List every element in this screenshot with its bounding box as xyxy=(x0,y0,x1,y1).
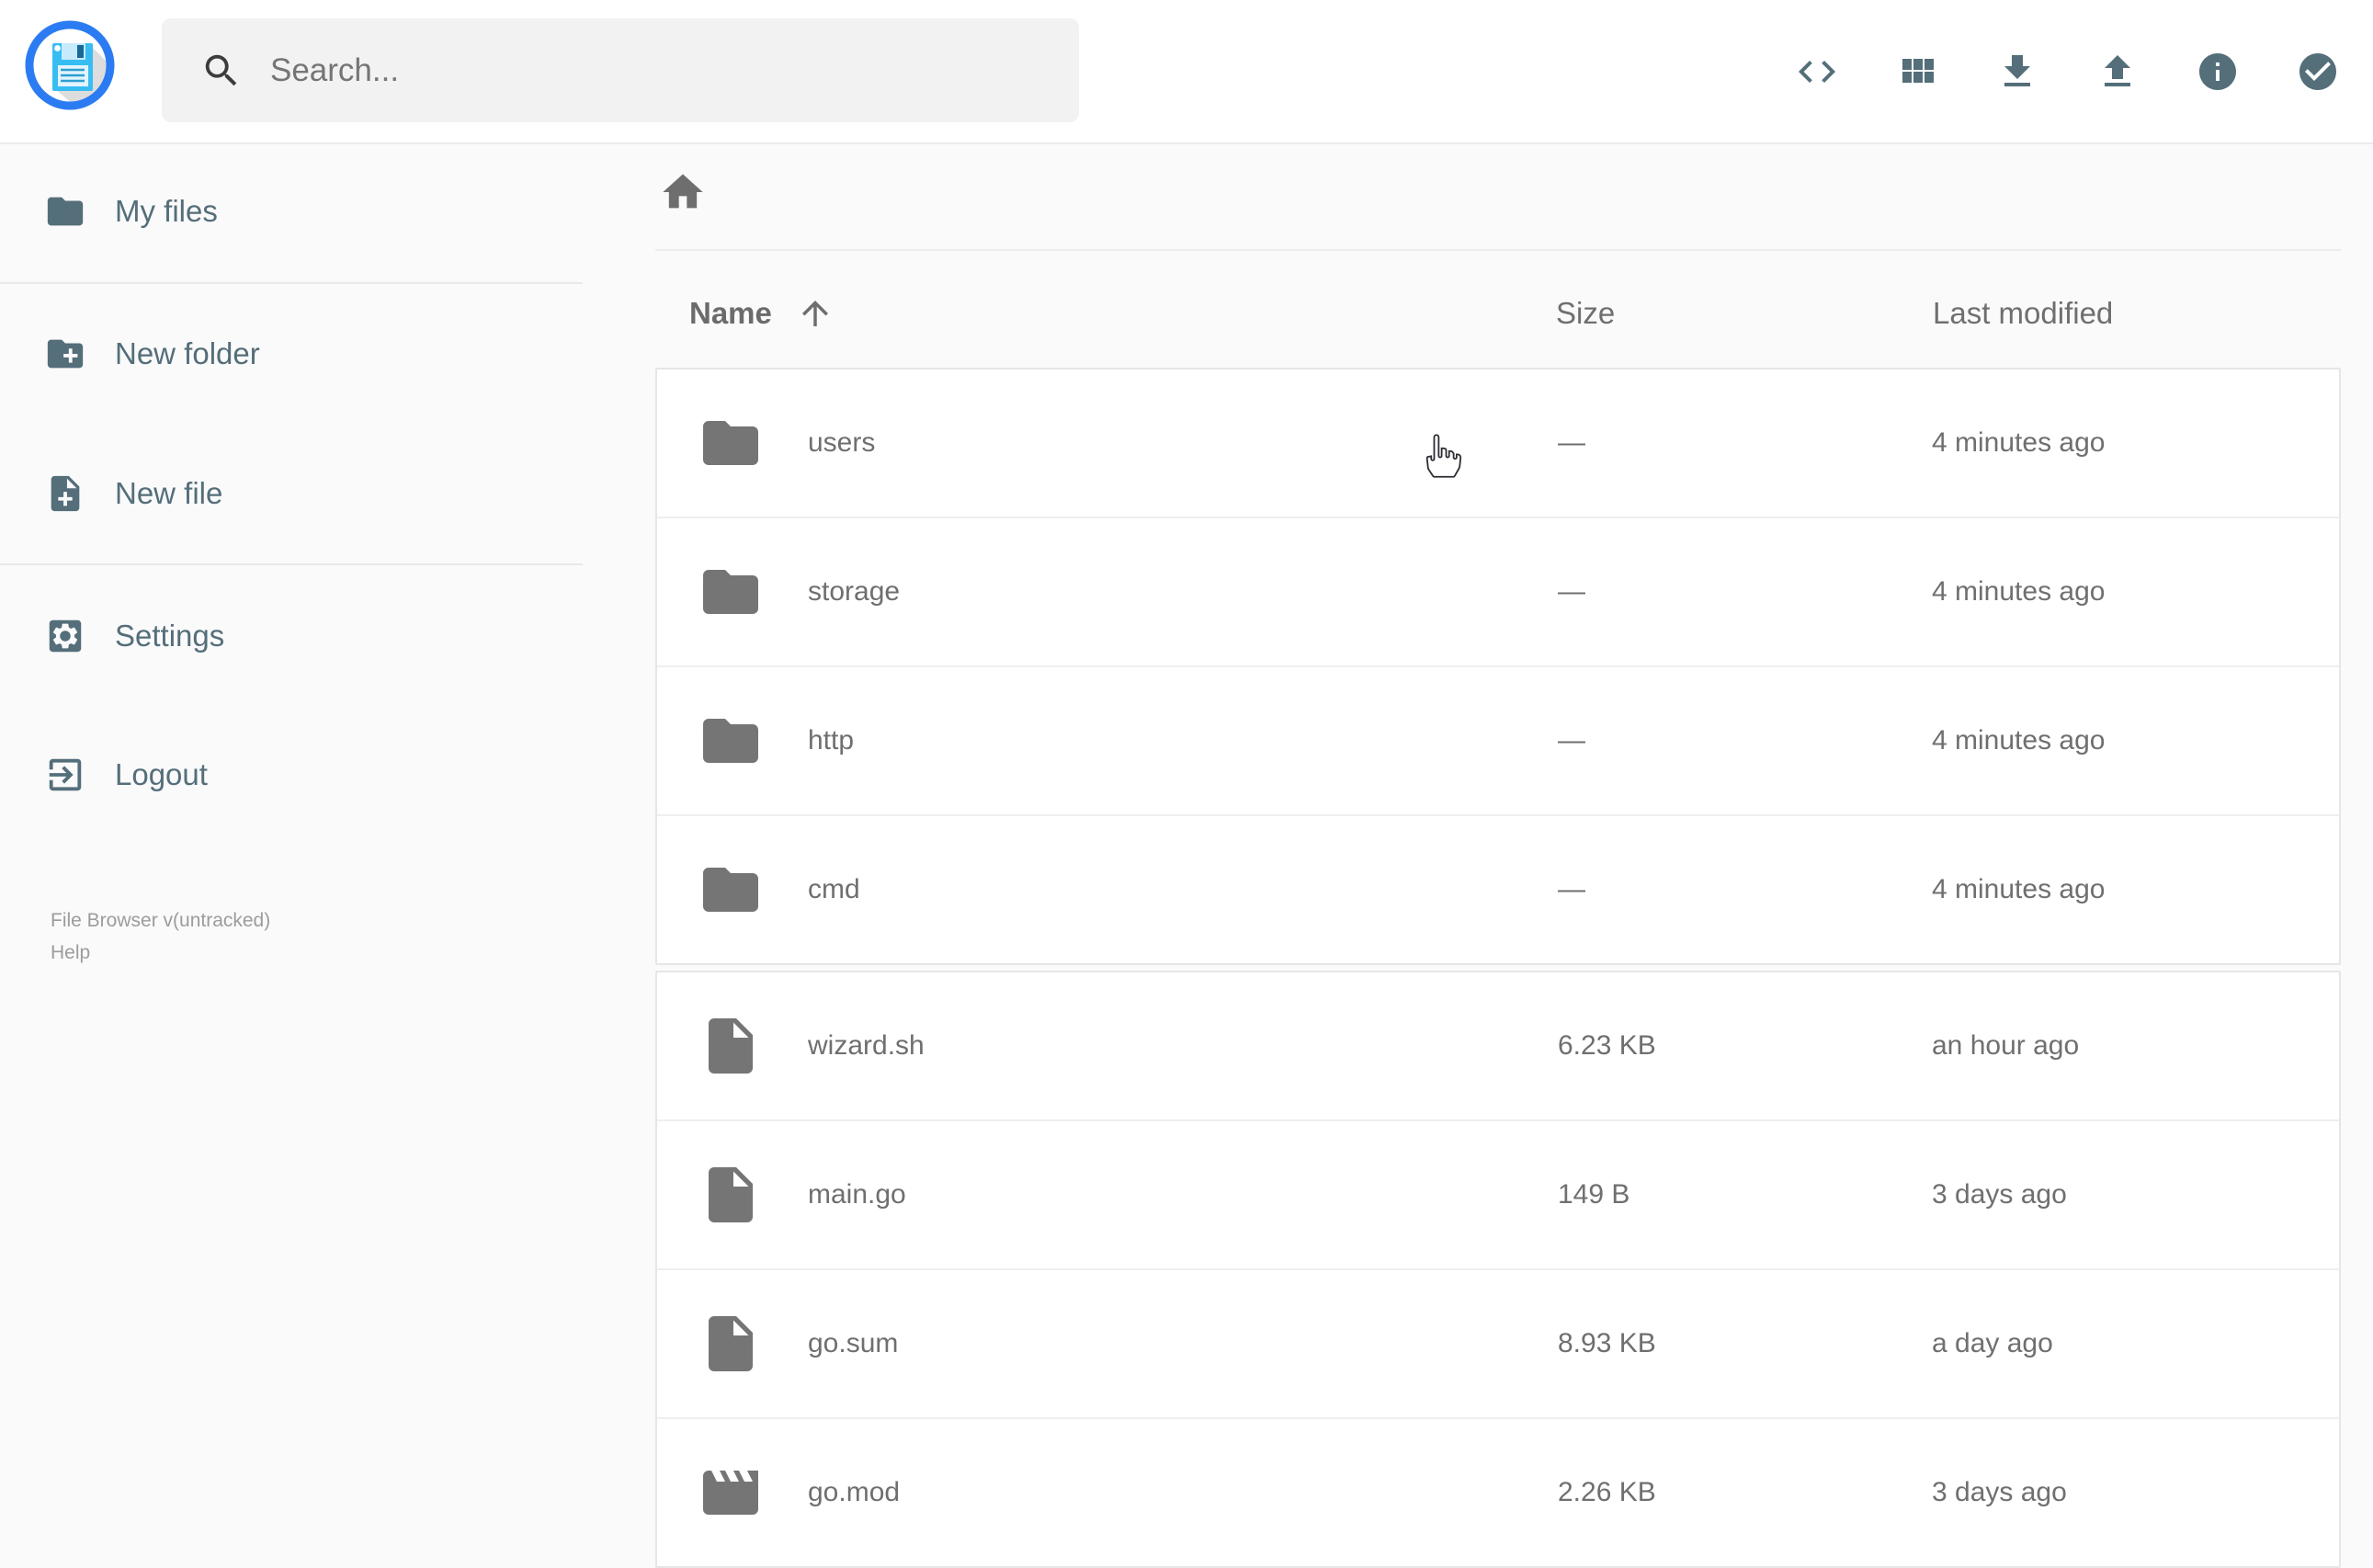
select-multiple-button[interactable] xyxy=(2296,50,2340,94)
check-circle-icon xyxy=(2299,52,2336,90)
folders-list: users — 4 minutes ago storage — 4 minute… xyxy=(655,368,2341,965)
new-file-icon xyxy=(51,475,80,512)
search-bar xyxy=(162,18,1079,122)
logout-icon xyxy=(49,758,82,791)
sidebar-item-new-file[interactable]: New file xyxy=(0,450,583,537)
folder-row-http[interactable]: http — 4 minutes ago xyxy=(657,667,2339,816)
file-modified: a day ago xyxy=(1932,1328,2053,1358)
sidebar-item-settings[interactable]: Settings xyxy=(0,593,583,679)
filebrowser-app: { "app": { "name": "File Browser" }, "to… xyxy=(0,0,2373,1568)
sidebar-divider xyxy=(0,563,583,565)
file-name: wizard.sh xyxy=(808,1030,925,1061)
file-row-go-mod[interactable]: go.mod 2.26 KB 3 days ago xyxy=(657,1419,2339,1566)
file-size: 8.93 KB xyxy=(1558,1328,1656,1358)
upload-icon xyxy=(2105,54,2130,86)
folder-icon xyxy=(703,719,758,763)
sidebar-item-label: My files xyxy=(115,194,218,228)
shell-button[interactable] xyxy=(1795,50,1839,94)
file-size: 6.23 KB xyxy=(1558,1030,1656,1061)
file-icon xyxy=(709,1018,753,1074)
file-name: go.sum xyxy=(808,1328,899,1358)
download-icon xyxy=(2004,54,2030,86)
column-name-label: Name xyxy=(689,296,772,330)
folder-row-cmd[interactable]: cmd — 4 minutes ago xyxy=(657,816,2339,963)
folder-icon xyxy=(703,421,758,465)
sidebar-item-label: New file xyxy=(115,476,223,510)
folder-icon xyxy=(47,197,84,226)
sidebar-item-logout[interactable]: Logout xyxy=(0,732,583,818)
file-modified: 4 minutes ago xyxy=(1932,576,2106,607)
file-size: — xyxy=(1558,725,1585,756)
sidebar-item-label: New folder xyxy=(115,336,260,370)
help-link[interactable]: Help xyxy=(51,937,270,969)
file-modified: 3 days ago xyxy=(1932,1179,2067,1210)
file-name: storage xyxy=(808,576,901,607)
file-modified: 4 minutes ago xyxy=(1932,725,2106,756)
folder-icon xyxy=(703,570,758,614)
file-size: 149 B xyxy=(1558,1179,1630,1210)
file-name: http xyxy=(808,725,855,756)
file-name: go.mod xyxy=(808,1477,901,1507)
file-icon xyxy=(709,1316,753,1371)
switch-view-button[interactable] xyxy=(1895,50,1939,94)
info-icon xyxy=(2199,52,2236,90)
file-size: — xyxy=(1558,576,1585,607)
file-name: cmd xyxy=(808,874,860,904)
column-header-size[interactable]: Size xyxy=(1556,296,1615,331)
settings-icon xyxy=(49,619,82,653)
file-icon xyxy=(709,1167,753,1222)
topbar xyxy=(0,0,2373,144)
file-row-wizard-sh[interactable]: wizard.sh 6.23 KB an hour ago xyxy=(657,972,2339,1121)
sidebar-item-my-files[interactable]: My files xyxy=(0,168,583,255)
new-folder-icon xyxy=(47,339,84,369)
search-icon xyxy=(205,54,237,85)
code-icon xyxy=(1799,60,1835,83)
file-name: users xyxy=(808,427,876,458)
breadcrumb-divider xyxy=(655,249,2341,251)
file-row-go-sum[interactable]: go.sum 8.93 KB a day ago xyxy=(657,1270,2339,1419)
sidebar-item-label: Logout xyxy=(115,757,208,791)
file-size: — xyxy=(1558,874,1585,904)
file-size: — xyxy=(1558,427,1585,458)
column-header-name[interactable]: Name xyxy=(689,294,835,333)
folder-row-users[interactable]: users — 4 minutes ago xyxy=(657,369,2339,518)
file-modified: 3 days ago xyxy=(1932,1477,2067,1507)
sidebar-divider xyxy=(0,282,583,284)
info-button[interactable] xyxy=(2196,50,2240,94)
arrow-up-icon xyxy=(801,301,828,326)
topbar-actions xyxy=(1795,0,2340,142)
app-version: File Browser v(untracked) xyxy=(51,910,271,931)
sidebar-item-label: Settings xyxy=(115,619,225,653)
grid-view-icon xyxy=(1902,58,1934,83)
file-modified: 4 minutes ago xyxy=(1932,427,2106,458)
listing-header: Name Size Last modified xyxy=(655,289,2341,336)
folder-row-storage[interactable]: storage — 4 minutes ago xyxy=(657,518,2339,667)
upload-button[interactable] xyxy=(2095,50,2140,94)
home-icon xyxy=(663,174,703,209)
files-list: wizard.sh 6.23 KB an hour ago main.go 14… xyxy=(655,971,2341,1568)
column-header-modified[interactable]: Last modified xyxy=(1933,296,2113,331)
folder-icon xyxy=(703,868,758,912)
file-row-main-go[interactable]: main.go 149 B 3 days ago xyxy=(657,1121,2339,1270)
search-input[interactable] xyxy=(268,51,1026,90)
file-modified: 4 minutes ago xyxy=(1932,874,2106,904)
file-modified: an hour ago xyxy=(1932,1030,2080,1061)
download-button[interactable] xyxy=(1995,50,2039,94)
file-size: 2.26 KB xyxy=(1558,1477,1656,1507)
sidebar-footer: File Browser v(untracked) Help xyxy=(51,904,270,969)
sidebar-item-new-folder[interactable]: New folder xyxy=(0,311,583,397)
filebrowser-logo[interactable] xyxy=(24,19,116,111)
movie-file-icon xyxy=(703,1471,758,1515)
breadcrumb-home-button[interactable] xyxy=(659,168,707,216)
file-name: main.go xyxy=(808,1179,906,1210)
